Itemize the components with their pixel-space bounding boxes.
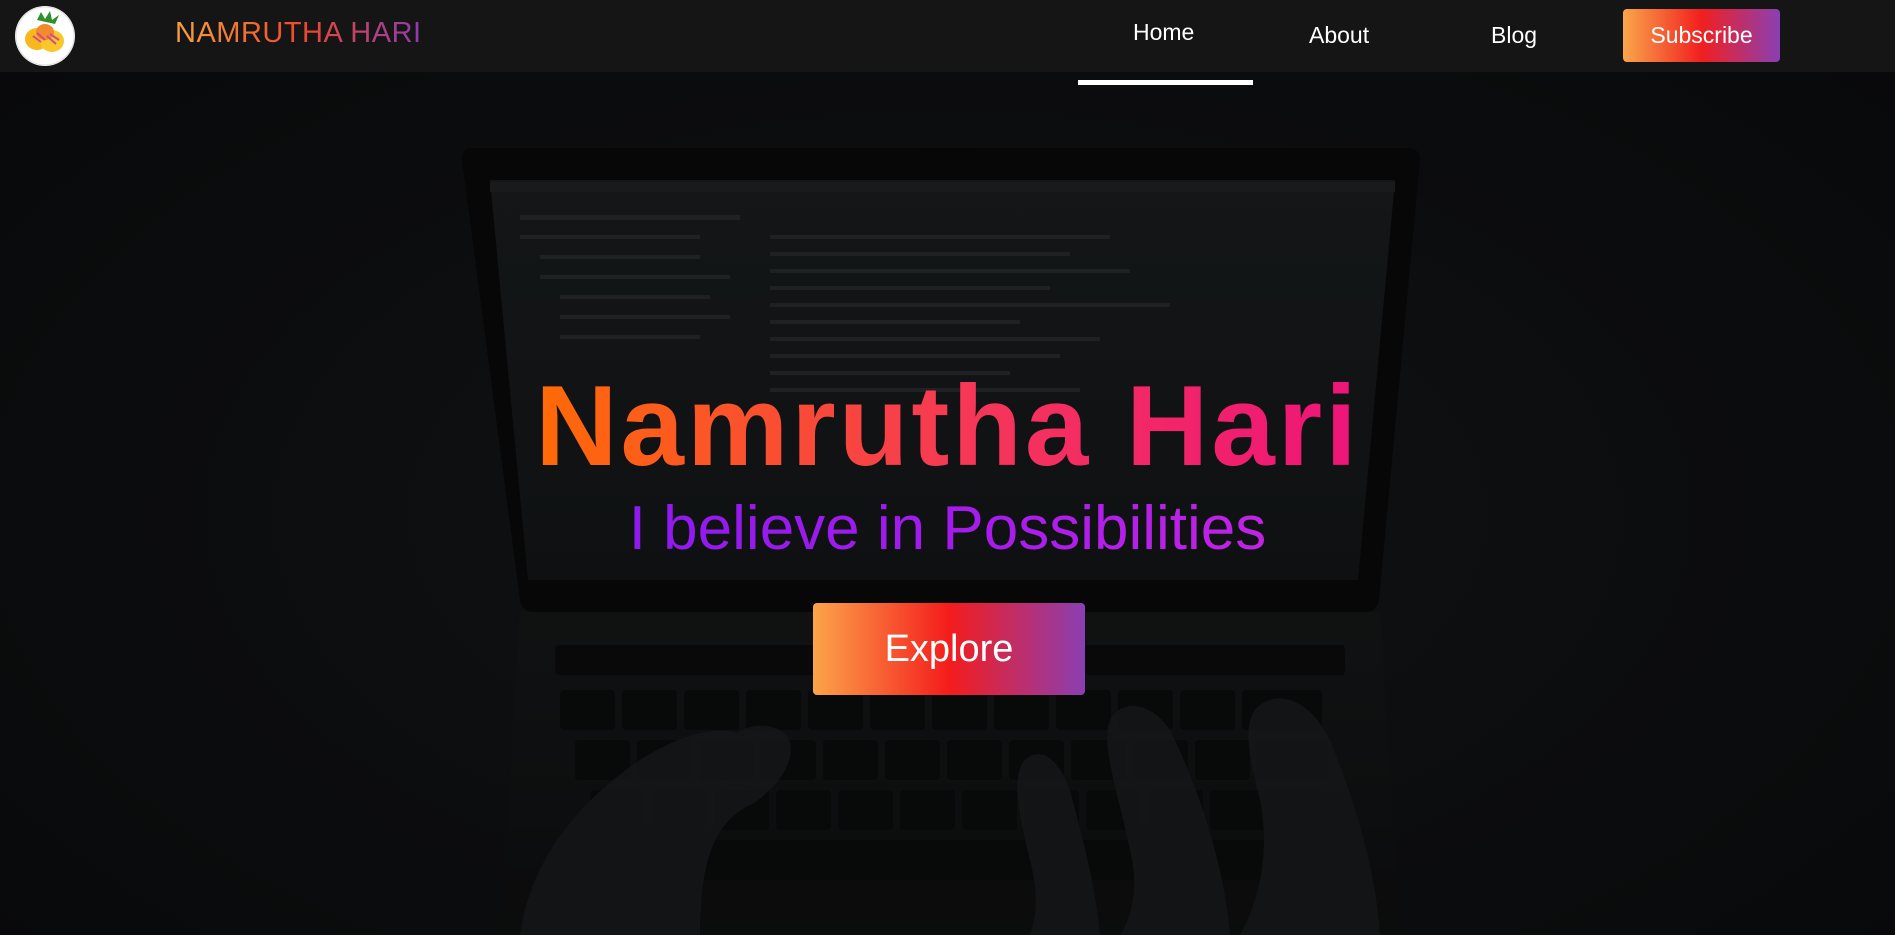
hero-title: Namrutha Hari [0,362,1895,492]
page: NAMRUTHA HARI Home About Blog Subscribe … [0,0,1895,935]
nav-link-home[interactable]: Home [1133,19,1194,46]
hero-title-text: Namrutha Hari [535,363,1360,490]
hero-subtitle-text: I believe in Possibilities [628,494,1267,563]
brand-name[interactable]: NAMRUTHA HARI [175,17,422,50]
explore-button[interactable]: Explore [813,603,1085,695]
nav-link-about[interactable]: About [1309,22,1369,49]
active-nav-indicator [1078,80,1253,85]
hero-subtitle: I believe in Possibilities [0,493,1895,565]
subscribe-button[interactable]: Subscribe [1623,9,1780,62]
fruit-logo-icon[interactable] [15,6,75,66]
nav-link-blog[interactable]: Blog [1491,22,1537,49]
navbar: NAMRUTHA HARI Home About Blog Subscribe [0,0,1895,85]
